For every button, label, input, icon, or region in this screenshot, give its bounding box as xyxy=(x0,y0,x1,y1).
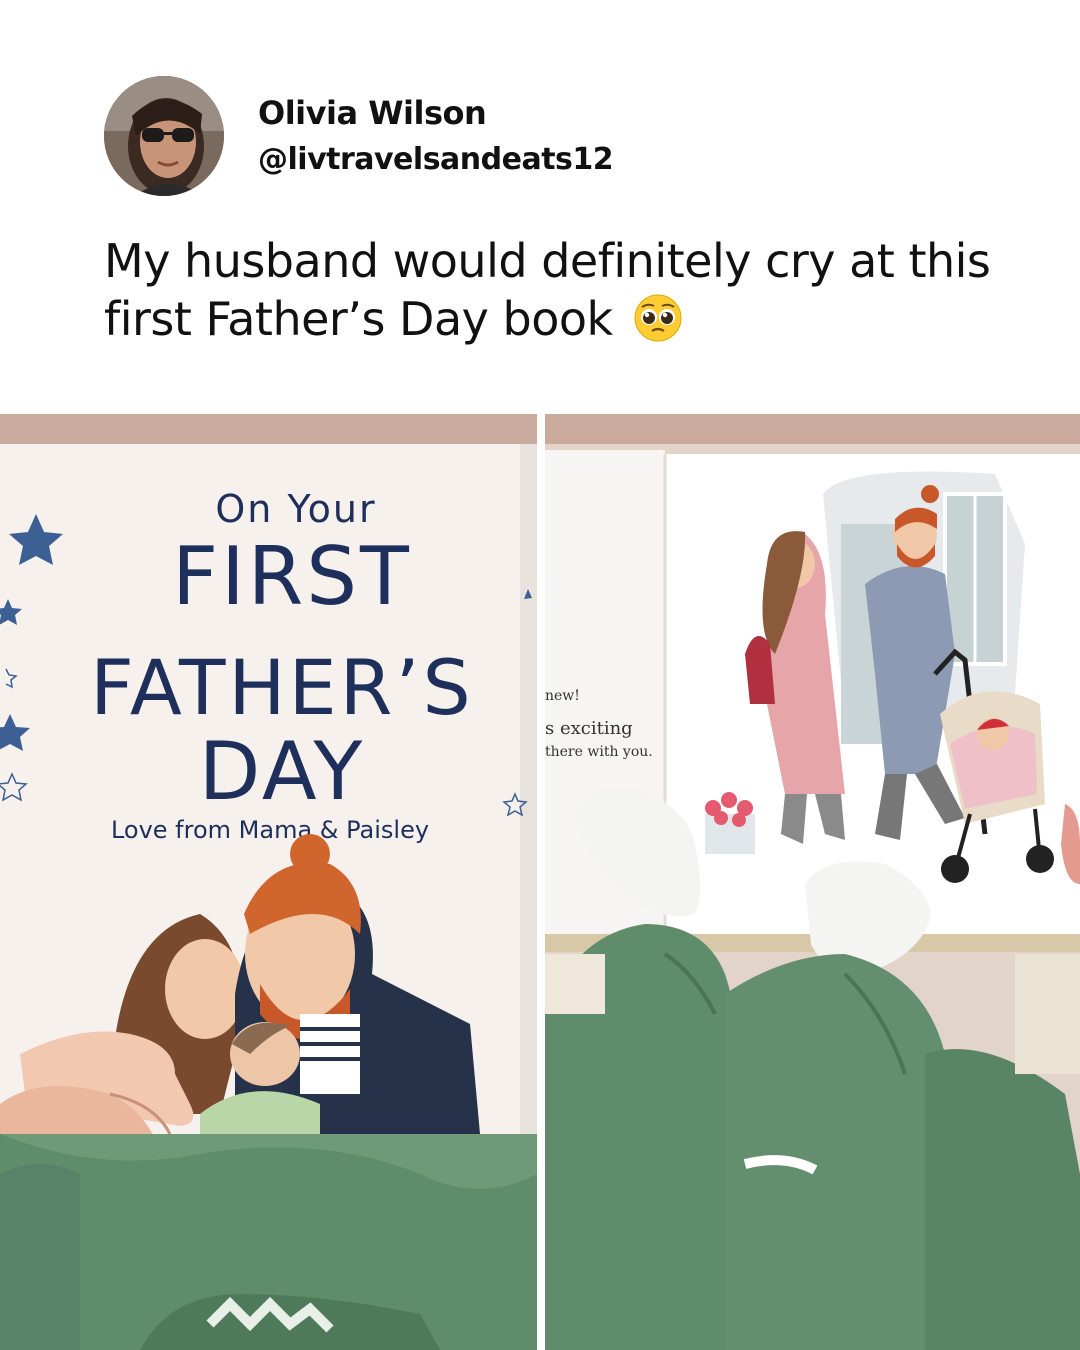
cover-title-line2: FIRST xyxy=(172,530,412,623)
book-cover-photo[interactable]: On Your FIRST FATHER’S DAY Love from Mam… xyxy=(0,414,537,1350)
cover-title-line1: On Your xyxy=(215,487,376,531)
cover-subtitle: Love from Mama & Paisley xyxy=(111,816,429,844)
avatar-image xyxy=(104,76,224,196)
book-page-photo[interactable]: new! s exciting there with you. xyxy=(545,414,1080,1350)
cover-title-line4: DAY xyxy=(199,725,366,818)
author-name[interactable]: Olivia Wilson xyxy=(258,94,487,132)
page-text-line3: there with you. xyxy=(545,744,653,760)
pleading-face-emoji-icon xyxy=(633,293,683,343)
author-handle[interactable]: @livtravelsandeats12 xyxy=(258,142,614,177)
post-text-content: My husband would definitely cry at this … xyxy=(104,234,991,346)
page-text-line2: s exciting xyxy=(545,718,633,739)
post-header: Olivia Wilson @livtravelsandeats12 My hu… xyxy=(0,0,1080,414)
post-text: My husband would definitely cry at this … xyxy=(104,232,1004,348)
page-text-line1: new! xyxy=(545,688,580,704)
cover-title-line3: FATHER’S xyxy=(90,643,474,732)
avatar[interactable] xyxy=(104,76,224,196)
